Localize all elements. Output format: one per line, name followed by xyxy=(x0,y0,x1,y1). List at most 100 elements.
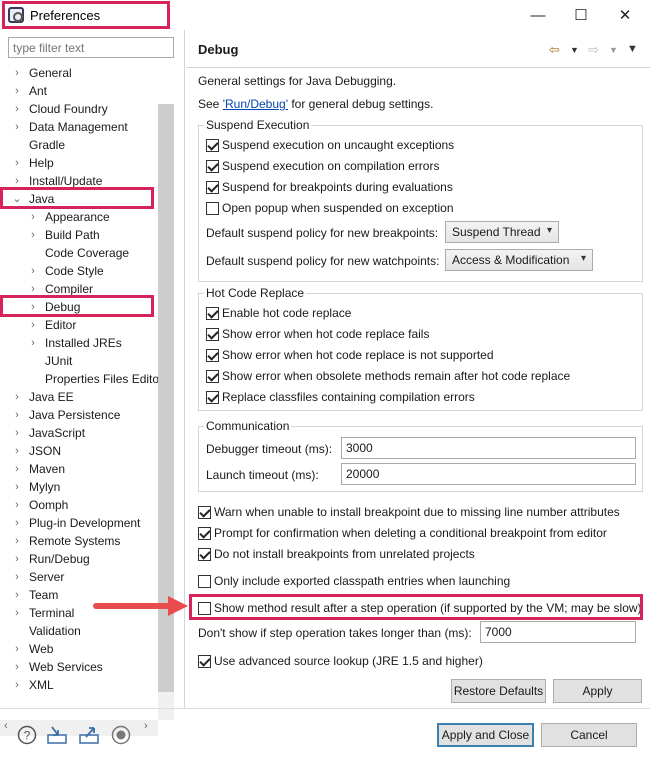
chevron-right-icon[interactable]: › xyxy=(12,568,22,586)
checkbox[interactable] xyxy=(206,160,219,173)
import-icon[interactable] xyxy=(46,724,68,746)
tree-item[interactable]: › Installed JREs xyxy=(28,334,122,352)
chevron-right-icon[interactable]: › xyxy=(12,118,22,136)
chevron-right-icon[interactable]: › xyxy=(12,154,22,172)
tree-item[interactable]: JUnit xyxy=(28,352,72,370)
checkbox[interactable] xyxy=(206,202,219,215)
forward-arrow-icon[interactable]: ⇨ xyxy=(588,42,599,58)
tree-item[interactable]: › Server xyxy=(12,568,64,586)
minimize-button[interactable]: — xyxy=(518,3,558,27)
chevron-right-icon[interactable]: › xyxy=(12,478,22,496)
tree-item[interactable]: › Appearance xyxy=(28,208,110,226)
apply-and-close-button[interactable]: Apply and Close xyxy=(437,723,534,747)
tree-item[interactable]: › Cloud Foundry xyxy=(12,100,108,118)
checkbox[interactable] xyxy=(198,548,211,561)
tree-item[interactable]: › Java EE xyxy=(12,388,74,406)
chevron-right-icon[interactable]: › xyxy=(12,406,22,424)
chevron-right-icon[interactable]: › xyxy=(12,64,22,82)
source-lookup-checkbox[interactable] xyxy=(198,655,211,668)
tree-item[interactable]: › Web Services xyxy=(12,658,103,676)
tree-item[interactable]: Validation xyxy=(12,622,81,640)
chevron-right-icon[interactable]: › xyxy=(28,316,38,334)
tree-item[interactable]: › Editor xyxy=(28,316,76,334)
chevron-right-icon[interactable]: › xyxy=(28,262,38,280)
tree-item[interactable]: Code Coverage xyxy=(28,244,129,262)
scroll-left-icon[interactable]: ‹ xyxy=(4,720,8,732)
tree-item[interactable]: › Remote Systems xyxy=(12,532,120,550)
chevron-right-icon[interactable]: › xyxy=(12,424,22,442)
tree-item[interactable]: › Ant xyxy=(12,82,47,100)
checkbox-label: Open popup when suspended on exception xyxy=(222,201,454,215)
chevron-right-icon[interactable]: › xyxy=(12,460,22,478)
chevron-right-icon[interactable]: › xyxy=(12,442,22,460)
see-run-debug-text: See 'Run/Debug' for general debug settin… xyxy=(198,97,433,111)
chevron-right-icon[interactable]: › xyxy=(12,100,22,118)
chevron-right-icon[interactable]: › xyxy=(12,388,22,406)
export-icon[interactable] xyxy=(78,724,100,746)
forward-menu-chevron-icon[interactable]: ▼ xyxy=(609,45,618,55)
filter-input[interactable] xyxy=(8,37,174,58)
help-icon[interactable]: ? xyxy=(16,724,38,746)
chevron-right-icon[interactable]: › xyxy=(12,532,22,550)
restore-defaults-button[interactable]: Restore Defaults xyxy=(451,679,546,703)
chevron-right-icon[interactable]: › xyxy=(12,658,22,676)
tree-item[interactable]: › Data Management xyxy=(12,118,128,136)
checkbox[interactable] xyxy=(206,181,219,194)
tree-item[interactable]: › Java Persistence xyxy=(12,406,120,424)
tree-item[interactable]: › JavaScript xyxy=(12,424,85,442)
tree-item[interactable]: › Build Path xyxy=(28,226,100,244)
close-button[interactable]: ✕ xyxy=(605,3,645,27)
tree-item[interactable]: › Plug-in Development xyxy=(12,514,140,532)
chevron-right-icon[interactable]: › xyxy=(12,550,22,568)
chevron-right-icon[interactable]: › xyxy=(12,586,22,604)
tree-item[interactable]: › Web xyxy=(12,640,53,658)
chevron-right-icon[interactable]: › xyxy=(12,604,22,622)
tree-item[interactable]: › Help xyxy=(12,154,54,172)
wp-policy-select[interactable]: Access & Modification ▾ xyxy=(445,249,593,271)
chevron-right-icon[interactable]: › xyxy=(12,82,22,100)
tree-item-label: Java EE xyxy=(29,390,74,404)
tree-item[interactable]: › Mylyn xyxy=(12,478,60,496)
cancel-button[interactable]: Cancel xyxy=(541,723,637,747)
chevron-right-icon[interactable]: › xyxy=(12,640,22,658)
tree-item[interactable]: Properties Files Editor xyxy=(28,370,158,388)
record-icon[interactable] xyxy=(110,724,132,746)
tree-item[interactable]: › Oomph xyxy=(12,496,68,514)
run-debug-link[interactable]: 'Run/Debug' xyxy=(223,97,288,111)
tree-item[interactable]: › Run/Debug xyxy=(12,550,90,568)
checkbox[interactable] xyxy=(206,370,219,383)
checkbox[interactable] xyxy=(198,527,211,540)
step-timeout-input[interactable]: 7000 xyxy=(480,621,636,643)
checkbox[interactable] xyxy=(206,349,219,362)
tree-item[interactable]: Gradle xyxy=(12,136,65,154)
chevron-right-icon[interactable]: › xyxy=(12,514,22,532)
scroll-right-icon[interactable]: › xyxy=(144,720,148,732)
tree-item[interactable]: › XML xyxy=(12,676,54,694)
checkbox[interactable] xyxy=(206,391,219,404)
back-menu-chevron-icon[interactable]: ▼ xyxy=(570,45,579,55)
launch-timeout-input[interactable]: 20000 xyxy=(341,463,636,485)
back-arrow-icon[interactable]: ⇦ xyxy=(549,42,560,58)
tree-item[interactable]: › Code Style xyxy=(28,262,104,280)
chevron-right-icon[interactable]: › xyxy=(28,226,38,244)
tree-item[interactable]: › General xyxy=(12,64,72,82)
tree-item-label: Validation xyxy=(29,624,81,638)
checkbox[interactable] xyxy=(198,575,211,588)
debugger-timeout-input[interactable]: 3000 xyxy=(341,437,636,459)
checkbox[interactable] xyxy=(206,139,219,152)
tree-item[interactable]: › Team xyxy=(12,586,58,604)
tree-item[interactable]: › Terminal xyxy=(12,604,74,622)
checkbox[interactable] xyxy=(198,506,211,519)
checkbox[interactable] xyxy=(206,307,219,320)
chevron-right-icon[interactable]: › xyxy=(28,334,38,352)
chevron-right-icon[interactable]: › xyxy=(12,676,22,694)
tree-item[interactable]: › JSON xyxy=(12,442,61,460)
checkbox[interactable] xyxy=(206,328,219,341)
tree-item[interactable]: › Maven xyxy=(12,460,65,478)
chevron-right-icon[interactable]: › xyxy=(28,208,38,226)
maximize-button[interactable]: ☐ xyxy=(561,3,601,27)
apply-button[interactable]: Apply xyxy=(553,679,642,703)
bp-policy-select[interactable]: Suspend Thread ▾ xyxy=(445,221,559,243)
chevron-right-icon[interactable]: › xyxy=(12,496,22,514)
view-menu-icon[interactable]: ▼ xyxy=(627,43,638,55)
